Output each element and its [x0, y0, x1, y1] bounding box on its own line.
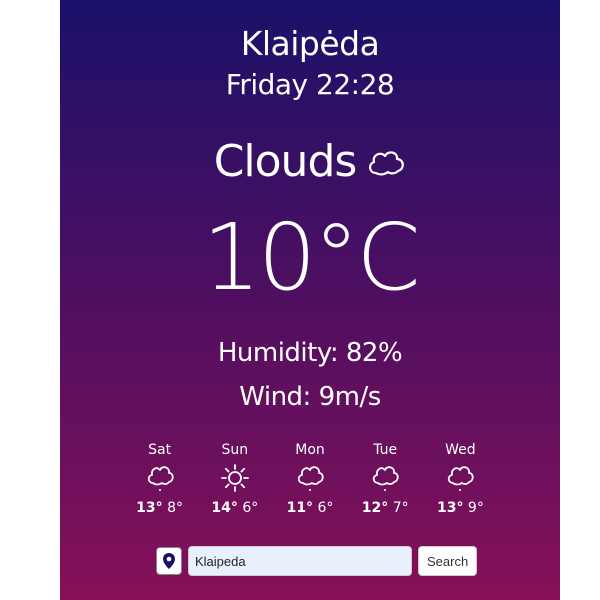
cloud-icon	[371, 462, 399, 494]
forecast-day-name: Wed	[445, 442, 476, 458]
forecast-low: 8°	[167, 500, 184, 516]
forecast-low: 9°	[467, 500, 484, 516]
cloud-icon	[146, 462, 174, 494]
wind-text: Wind: 9m/s	[239, 382, 381, 412]
date-time: Friday 22:28	[225, 68, 395, 101]
forecast-day: Tue 12° 7°	[348, 442, 423, 516]
forecast-day: Sun 14° 6°	[197, 442, 272, 516]
forecast-temps: 13° 9°	[437, 500, 484, 516]
cloud-icon	[446, 462, 475, 494]
current-condition-row: Clouds	[60, 138, 560, 186]
forecast-high: 12°	[361, 500, 389, 516]
forecast-day: Wed 13° 9°	[423, 442, 498, 516]
forecast-temps: 14° 6°	[211, 500, 258, 516]
sun-icon	[220, 462, 250, 494]
location-button[interactable]	[156, 547, 182, 575]
forecast-day-name: Tue	[373, 442, 398, 458]
forecast-day-name: Mon	[295, 442, 325, 458]
forecast-temps: 13° 8°	[136, 500, 183, 516]
forecast-high: 11°	[286, 500, 314, 516]
forecast-high: 13°	[436, 500, 464, 516]
forecast-high: 13°	[136, 500, 163, 516]
forecast-list: Sat 13° 8° Sun 14° 6° Mon 11° 6° Tue 12°…	[122, 442, 498, 516]
city-name: Klaipėda	[240, 24, 380, 63]
forecast-day-name: Sat	[148, 442, 172, 458]
current-temperature: 10°C	[202, 204, 420, 311]
forecast-low: 7°	[392, 500, 409, 516]
forecast-day: Sat 13° 8°	[122, 442, 197, 516]
location-pin-icon	[163, 553, 175, 569]
cloud-icon	[296, 462, 324, 494]
search-input[interactable]	[188, 546, 412, 576]
search-bar: Search	[156, 546, 478, 576]
forecast-day: Mon 11° 6°	[272, 442, 347, 516]
forecast-temps: 11° 6°	[287, 500, 334, 516]
forecast-day-name: Sun	[221, 442, 249, 458]
weather-app: Klaipėda Friday 22:28 Clouds 10°C Humidi…	[60, 0, 560, 600]
humidity-text: Humidity: 82%	[217, 338, 403, 368]
forecast-low: 6°	[242, 500, 259, 516]
forecast-low: 6°	[317, 500, 334, 516]
condition-text: Clouds	[213, 136, 358, 187]
search-button[interactable]: Search	[418, 546, 478, 576]
forecast-temps: 12° 7°	[362, 500, 409, 516]
cloud-icon	[366, 147, 406, 177]
forecast-high: 14°	[211, 500, 238, 516]
